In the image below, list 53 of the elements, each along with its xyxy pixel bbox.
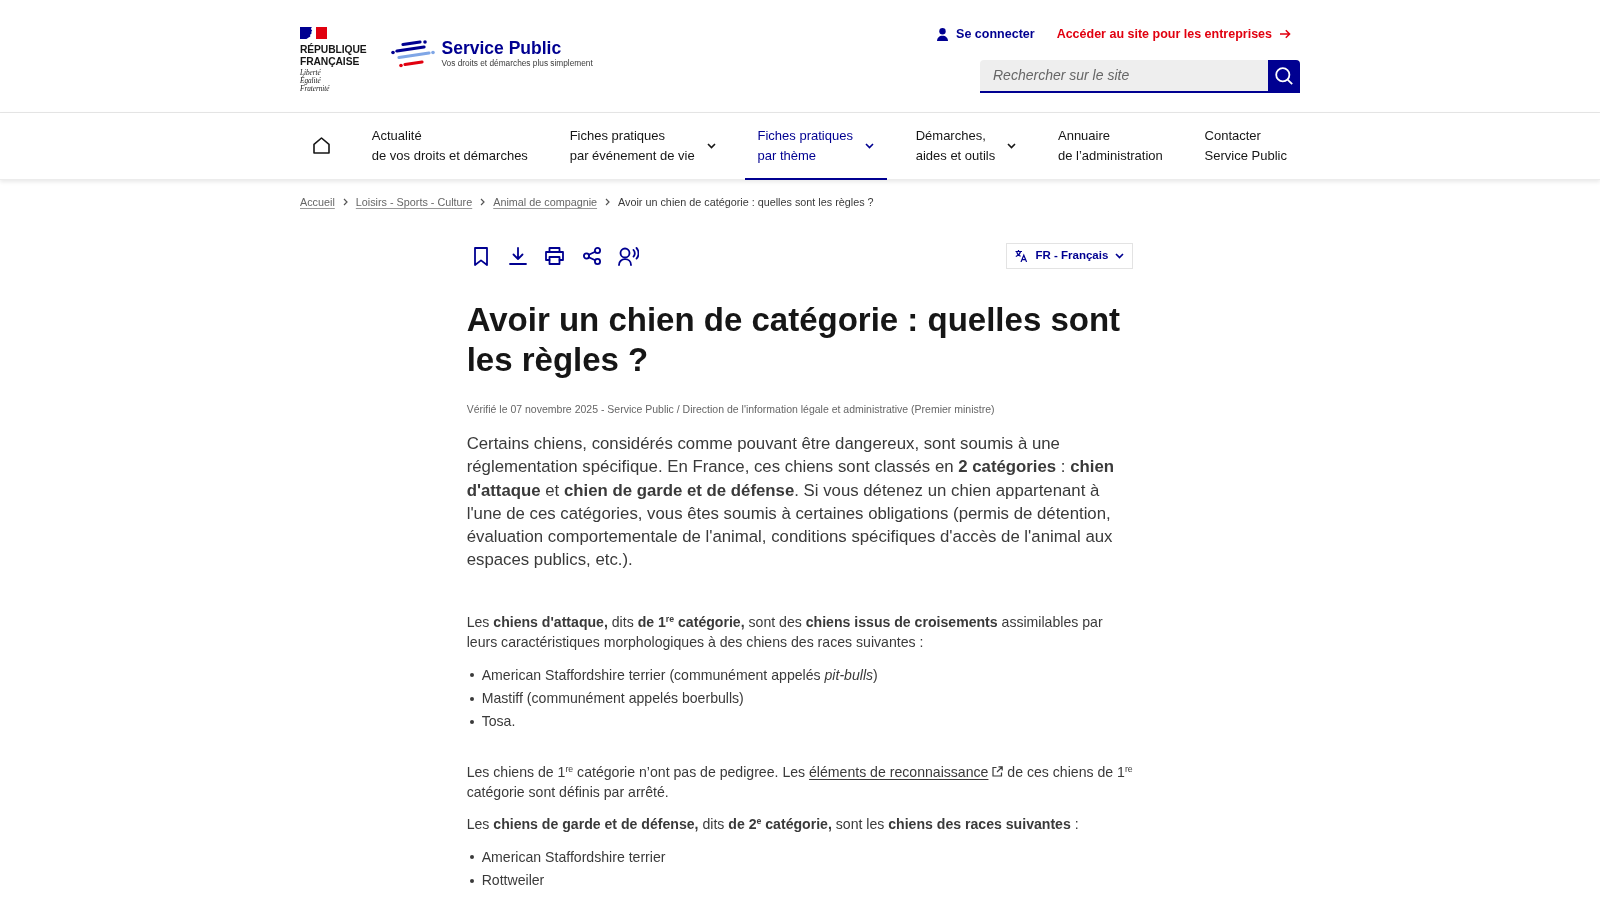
language-button[interactable]: FR - Français [1006,243,1134,269]
nav-link[interactable]: Fiches pratiques par événement de vie [556,113,729,180]
bookmark-icon [473,246,488,266]
bullet-icon [469,720,474,724]
translate-icon [1015,250,1029,262]
person-sound-waves-icon [618,246,640,266]
paragraph: Les chiens de 1$^{re}$ catégorie n’ont pas de pedigree. Les éléments de reconnaissance de ces chiens de 1$^{re}$ catégorie sont définis par arrêté. [466,761,1134,802]
paragraph: Les chiens de garde et de défense, dits de 2$^{e}$ catégorie, sont les chiens des races suivantes : [466,814,1080,834]
bullet-icon [469,878,474,883]
site-title[interactable]: Service Public [441,39,593,58]
chevron-right-icon [342,198,348,206]
list-item-text: Mastiff (communément appelés boerbulls) [481,689,744,709]
stripes-logo-icon [390,40,435,68]
printer-icon [545,247,565,265]
breadcrumb-link[interactable]: Animal de compagnie [493,193,598,211]
bullet-icon [469,696,474,701]
breadcrumb-current: Avoir un chien de catégorie : quelles sont les règles ? [618,194,874,210]
listen-button[interactable] [616,244,641,268]
nav-link[interactable]: Fiches pratiques par thème [744,113,887,180]
intro-paragraph: Certains chiens, considérés comme pouvant être dangereux, sont soumis à une réglementation spécifique. En France, ces chiens sont classés en 2 catégories : chien d'attaque et chien de garde et de défense. Si vous détenez un chien appartenant à l'une de ces catégories, vous êtes soumis à certaines obligations (permis de détention, évaluation comportementale de l'animal, conditions spécifiques d'accès de l'animal aux espaces publics, etc.). [466,433,1116,572]
user-icon [937,27,949,41]
business-site-link[interactable]: Accéder au site pour les entreprises [1056,25,1291,44]
home-icon [313,137,330,154]
republic-name: RÉPUBLIQUE FRANÇAISE [300,44,367,67]
nav-link[interactable]: Contacter Service Public [1191,113,1300,180]
breadcrumb-link[interactable]: Loisirs - Sports - Culture [355,193,473,211]
verification-note: Vérifié le 07 novembre 2025 - Service Public / Direction de l'information légale et administrative (Premier ministre) [466,402,996,416]
site-tagline: Vos droits et démarches plus simplement [441,58,593,69]
login-link[interactable]: Se connecter [937,25,1035,44]
breadcrumb-link[interactable]: Accueil [300,193,335,211]
search-icon [1275,67,1293,86]
download-icon [508,247,527,265]
chevron-right-icon [605,198,611,206]
share-icon [582,247,601,265]
chevron-right-icon [480,198,486,206]
list-item-text: American Staffordshire terrier [481,847,666,867]
list-item-text: Rottweiler [481,870,545,890]
search-field[interactable]: Rechercher sur le site [980,59,1268,93]
nav-link[interactable]: Actualité de vos droits et démarches [358,113,541,180]
text-link[interactable]: éléments de reconnaissance [809,761,1004,782]
print-button[interactable] [542,244,567,268]
nav-link[interactable]: Annuaire de l’administration [1045,113,1176,180]
flag-logo-icon [300,27,327,39]
page-title: Avoir un chien de catégorie : quelles sont les règles ? [466,300,1122,380]
arrow-right-icon [1280,29,1291,40]
bullet-icon [469,673,474,678]
bullet-icon [469,855,474,860]
nav-link[interactable]: Démarches, aides et outils [902,113,1030,180]
list-item-text: American Staffordshire terrier (communément appelés pit-bulls) [481,665,878,685]
list-item-text: Tosa. [481,712,516,732]
search-button[interactable] [1268,59,1300,93]
paragraph: Les chiens d'attaque, dits de 1$^{re}$ catégorie, sont des chiens issus de croisements assimilables par leurs caractéristiques morphologiques à des chiens des races suivantes : [466,612,1104,652]
chevron-down-icon [1115,253,1125,259]
